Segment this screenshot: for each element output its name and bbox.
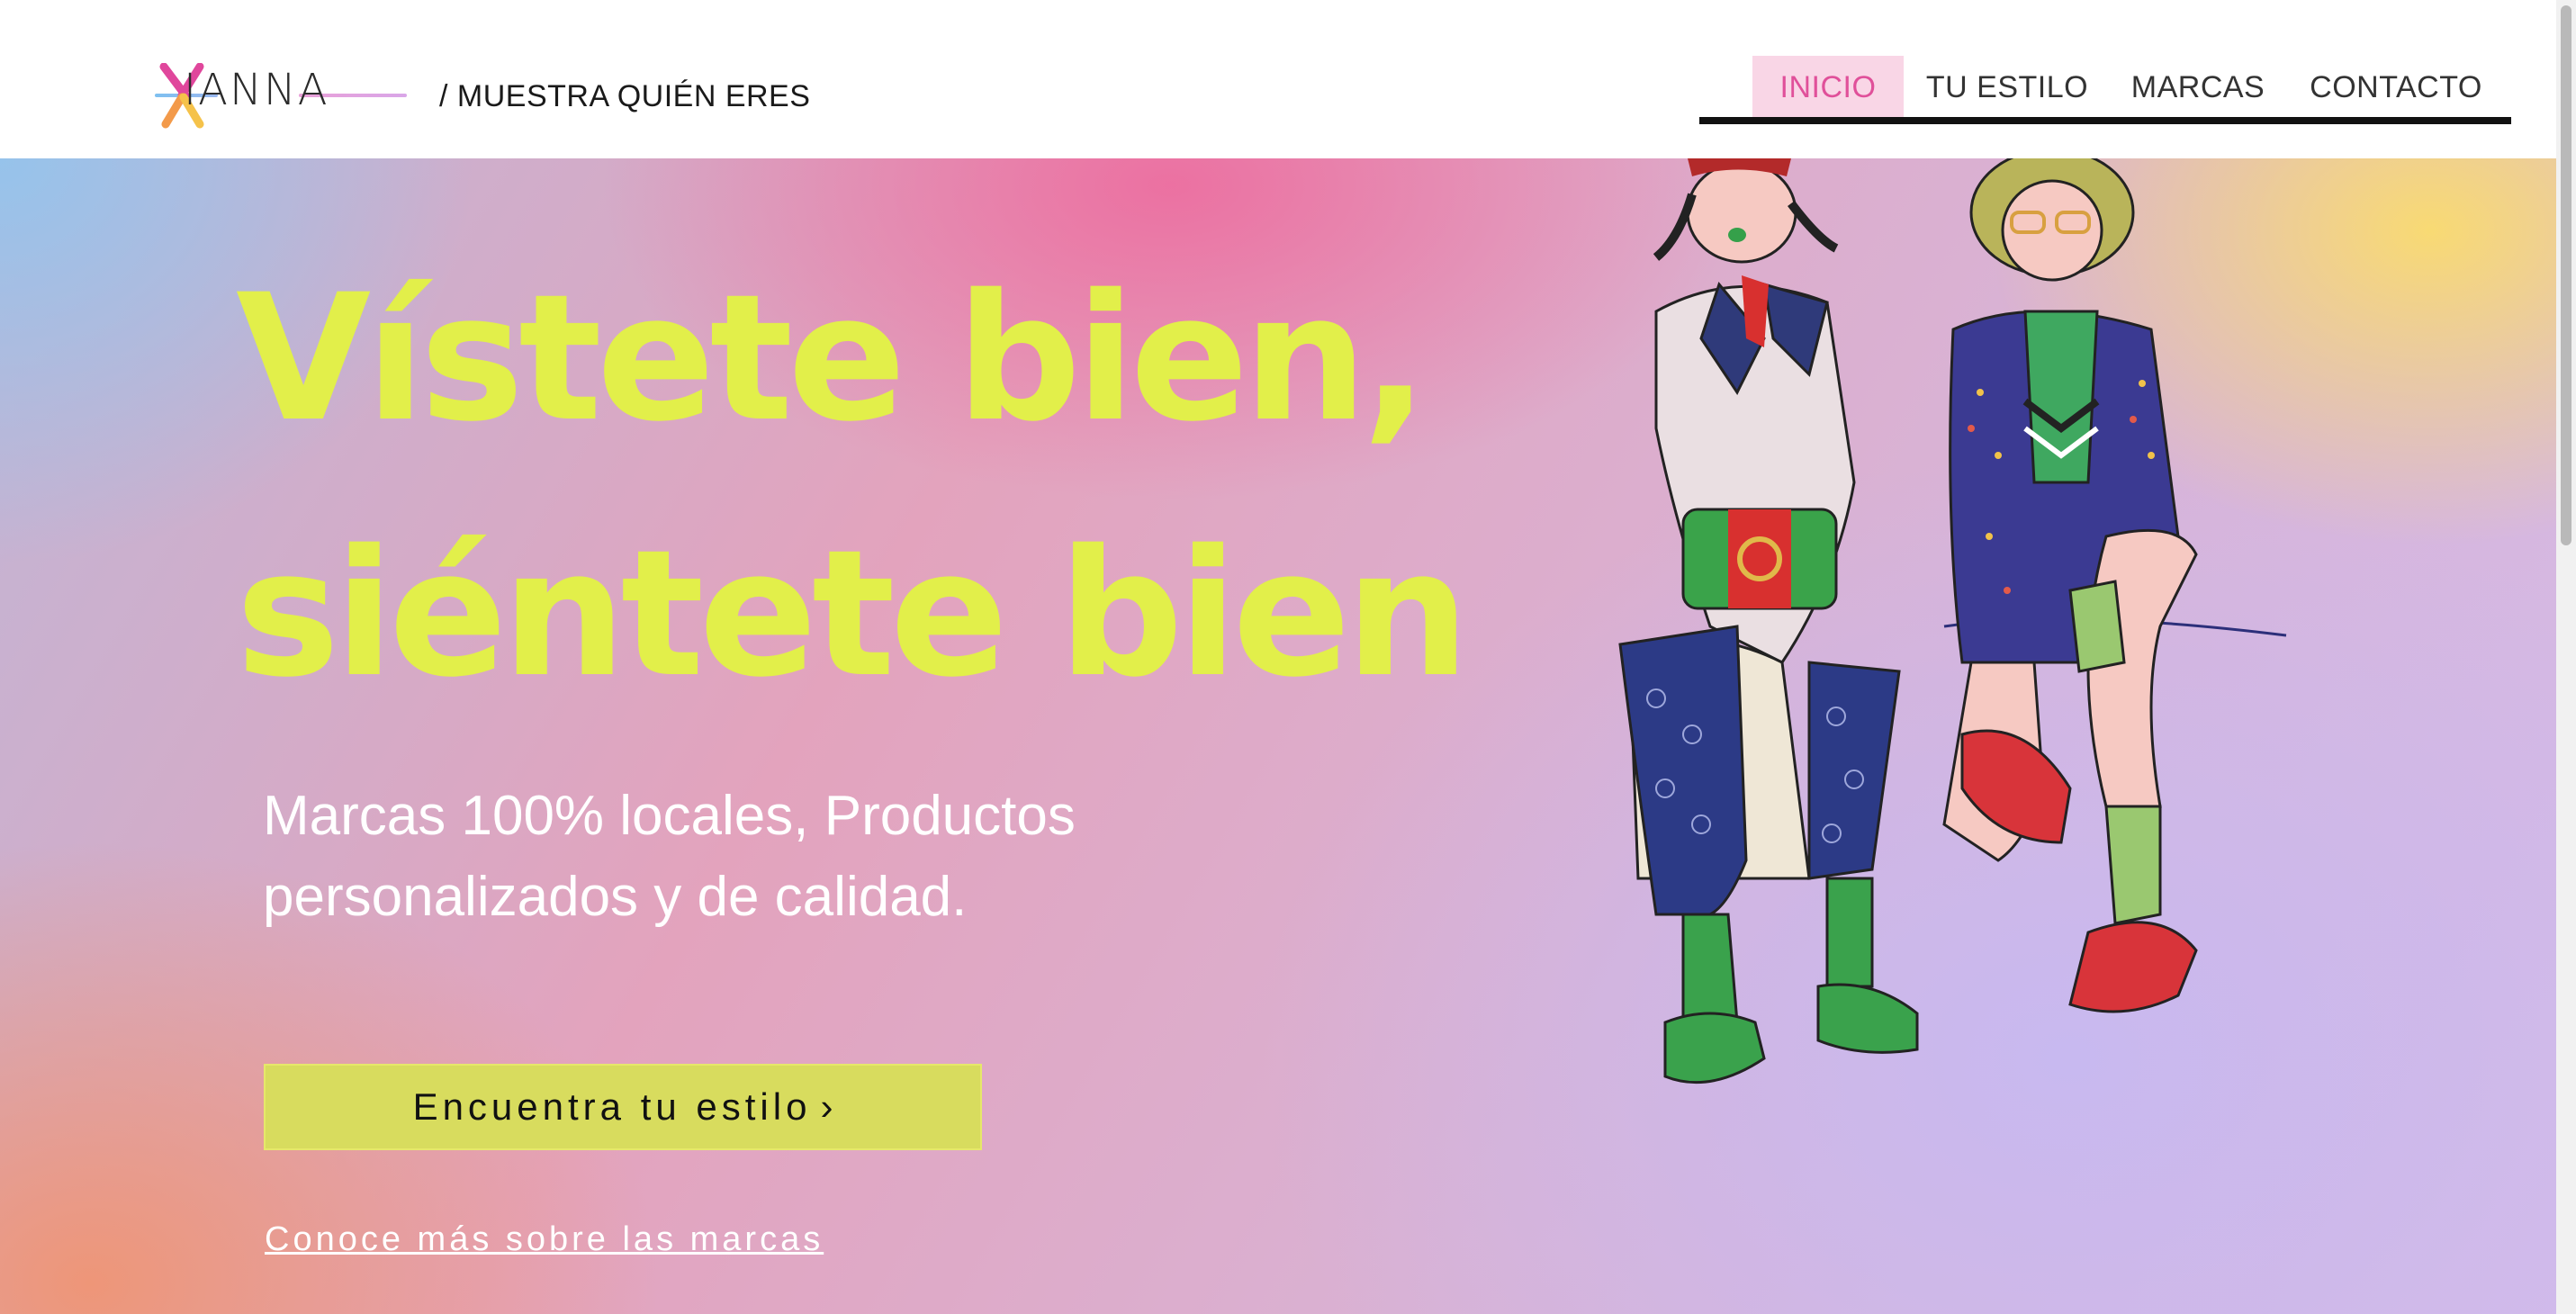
- cta-label: Encuentra tu estilo: [412, 1085, 812, 1128]
- find-style-button[interactable]: Encuentra tu estilo ›: [264, 1064, 982, 1150]
- nav-item-inicio[interactable]: INICIO: [1752, 56, 1904, 119]
- logo-wordmark: IANNA: [184, 65, 329, 115]
- nav-item-marcas[interactable]: MARCAS: [2126, 56, 2270, 119]
- scrollbar-thumb[interactable]: [2561, 5, 2571, 545]
- page-scrollbar[interactable]: [2556, 0, 2576, 1314]
- site-header: IANNA / MUESTRA QUIÉN ERES INICIO TU EST…: [0, 0, 2576, 158]
- tagline: / MUESTRA QUIÉN ERES: [439, 79, 811, 113]
- brands-info-link[interactable]: Conoce más sobre las marcas: [265, 1220, 824, 1259]
- hero-subtext: Marcas 100% locales, Productos personali…: [263, 776, 1253, 938]
- fashion-illustration-icon: [1618, 158, 2287, 1084]
- subtext-line-1: Marcas 100% locales, Productos: [263, 785, 1076, 847]
- brand-logo[interactable]: IANNA: [155, 63, 407, 130]
- chevron-right-icon: ›: [820, 1085, 833, 1128]
- headline-line-1: Vístete bien,: [236, 256, 1428, 460]
- subtext-line-2: personalizados y de calidad.: [263, 866, 968, 928]
- nav-item-tu-estilo[interactable]: TU ESTILO: [1922, 56, 2093, 119]
- hero-headline: Vístete bien, siéntete bien: [236, 230, 1586, 742]
- hero-section: Vístete bien, siéntete bien Marcas 100% …: [0, 158, 2556, 1314]
- nav-item-contacto[interactable]: CONTACTO: [2306, 56, 2486, 119]
- nav-underline: [1699, 117, 2511, 124]
- headline-line-2: siéntete bien: [236, 512, 1470, 716]
